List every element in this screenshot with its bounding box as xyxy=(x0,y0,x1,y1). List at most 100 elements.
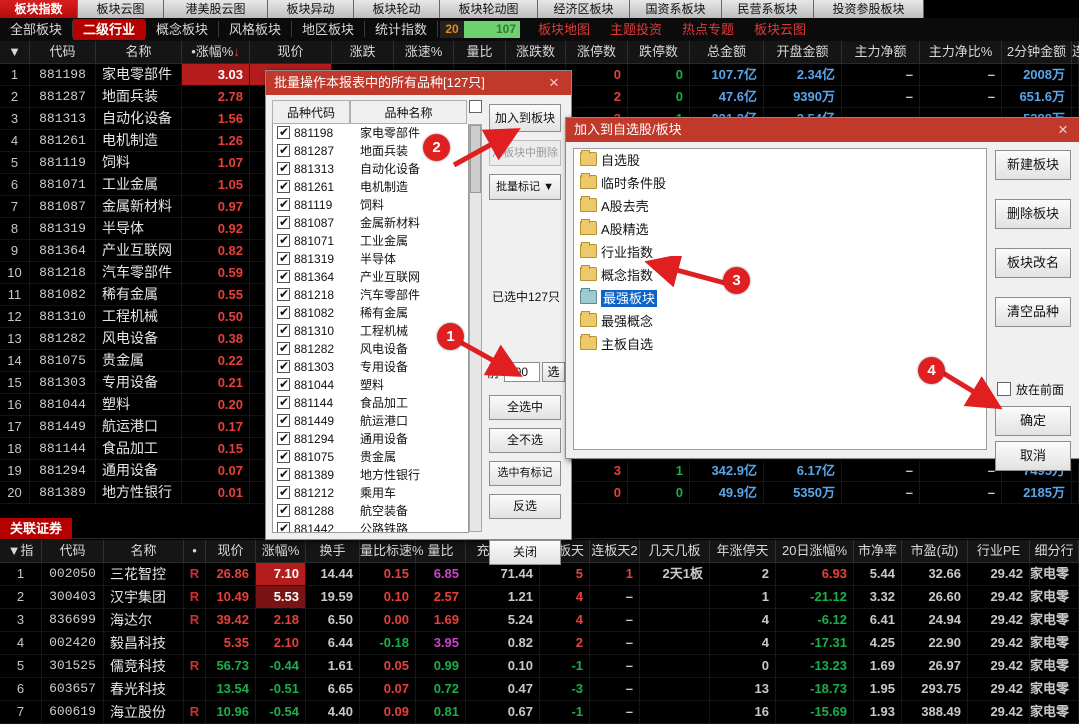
item-checkbox[interactable] xyxy=(277,339,290,357)
list-item[interactable]: 881119 饲料 xyxy=(273,195,468,214)
main-col-header-6[interactable]: 涨速% xyxy=(394,41,454,63)
select-marked-button[interactable]: 选中有标记 xyxy=(489,461,561,486)
sub-link-板块地图[interactable]: 板块地图 xyxy=(528,19,600,40)
table-row[interactable]: 2 300403 汉宇集团 R 10.49 5.53 19.59 0.10 2.57 1.21 4–… xyxy=(0,586,1079,609)
top-tab-6[interactable]: 板块轮动图 xyxy=(440,0,538,18)
sub-link-板块云图[interactable]: 板块云图 xyxy=(744,19,816,40)
bottom-col-header-16[interactable]: 市盈(动) xyxy=(902,540,968,562)
put-in-front-checkbox[interactable]: 放在前面 xyxy=(997,380,1064,398)
top-tab-2[interactable]: 板块云图 xyxy=(78,0,164,18)
bottom-col-header-4[interactable]: 现价 xyxy=(206,540,256,562)
bottom-col-header-0[interactable]: ▼指 xyxy=(0,540,42,562)
list-item[interactable]: 881212 乘用车 xyxy=(273,483,468,502)
sub-tab-二级行业[interactable]: 二级行业 xyxy=(73,19,145,40)
pre-count-input[interactable]: 100 xyxy=(504,362,540,382)
item-checkbox[interactable] xyxy=(277,375,290,393)
item-checkbox[interactable] xyxy=(277,483,290,501)
bottom-col-header-13[interactable]: 年涨停天 xyxy=(710,540,776,562)
block-tree-item-6[interactable]: 概念指数 xyxy=(574,264,986,287)
pre-select-button[interactable]: 选 xyxy=(542,362,565,382)
block-tree-item-1[interactable]: 自选股 xyxy=(574,149,986,172)
item-checkbox[interactable] xyxy=(277,465,290,483)
close-button[interactable]: 关闭 xyxy=(489,540,561,565)
cancel-button[interactable]: 取消 xyxy=(995,441,1071,471)
block-tree-item-8[interactable]: 最强概念 xyxy=(574,310,986,333)
item-checkbox[interactable] xyxy=(277,411,290,429)
top-tab-4[interactable]: 板块异动 xyxy=(268,0,354,18)
sub-tab-概念板块[interactable]: 概念板块 xyxy=(146,19,218,40)
related-securities-tab[interactable]: 关联证券 xyxy=(0,518,72,539)
table-row[interactable]: 6 603657 春光科技 13.54 -0.51 6.65 0.07 0.72 0.47 -3–… xyxy=(0,678,1079,701)
close-icon[interactable]: × xyxy=(1052,118,1074,142)
list-item[interactable]: 881364 产业互联网 xyxy=(273,267,468,286)
bottom-col-header-12[interactable]: 几天几板 xyxy=(640,540,710,562)
list-item[interactable]: 881075 贵金属 xyxy=(273,447,468,466)
bottom-col-header-14[interactable]: 20日涨幅% xyxy=(776,540,854,562)
list-item[interactable]: 881261 电机制造 xyxy=(273,177,468,196)
item-checkbox[interactable] xyxy=(277,124,290,141)
bottom-col-header-18[interactable]: 细分行 xyxy=(1030,540,1079,562)
bottom-col-header-6[interactable]: 换手 xyxy=(306,540,360,562)
select-none-button[interactable]: 全不选 xyxy=(489,428,561,453)
top-tab-9[interactable]: 民营系板块 xyxy=(722,0,814,18)
table-row[interactable]: 4 002420 毅昌科技 5.35 2.10 6.44 -0.18 3.95 0.82 2–4-… xyxy=(0,632,1079,655)
item-checkbox[interactable] xyxy=(277,393,290,411)
list-item[interactable]: 881071 工业金属 xyxy=(273,231,468,250)
close-icon[interactable]: × xyxy=(543,71,565,95)
table-row[interactable]: 1 002050 三花智控 R 26.86 7.10 14.44 0.15 6.85 71.44 5… xyxy=(0,563,1079,586)
item-checkbox[interactable] xyxy=(277,501,290,519)
table-row[interactable]: 7 600619 海立股份 R 10.96 -0.54 4.40 0.09 0.81 0.67 -1… xyxy=(0,701,1079,724)
top-tab-3[interactable]: 港美股云图 xyxy=(164,0,268,18)
select-all-checkbox[interactable] xyxy=(469,100,482,113)
sub-link-主题投资[interactable]: 主题投资 xyxy=(600,19,672,40)
checkbox-box[interactable] xyxy=(997,382,1011,396)
bottom-col-header-15[interactable]: 市净率 xyxy=(854,540,902,562)
item-checkbox[interactable] xyxy=(277,195,290,213)
list-item[interactable]: 881087 金属新材料 xyxy=(273,213,468,232)
block-tree-item-2[interactable]: 临时条件股 xyxy=(574,172,986,195)
list-item[interactable]: 881319 半导体 xyxy=(273,249,468,268)
main-col-header-7[interactable]: 量比 xyxy=(454,41,506,63)
main-col-header-2[interactable]: 名称 xyxy=(96,41,182,63)
main-col-header-0[interactable]: ▼ xyxy=(0,41,30,63)
sub-tab-统计指数[interactable]: 统计指数 xyxy=(365,19,437,40)
delete-block-button[interactable]: 删除板块 xyxy=(995,199,1071,229)
table-row[interactable]: 5 301525 儒竞科技 R 56.73 -0.44 1.61 0.05 0.99 0.10 -1… xyxy=(0,655,1079,678)
item-checkbox[interactable] xyxy=(277,285,290,303)
top-tab-5[interactable]: 板块轮动 xyxy=(354,0,440,18)
list-item[interactable]: 881442 公路铁路 xyxy=(273,519,468,532)
scrollbar-thumb[interactable] xyxy=(470,125,481,193)
bottom-col-header-8[interactable]: 量比 xyxy=(416,540,466,562)
block-tree-item-4[interactable]: A股精选 xyxy=(574,218,986,241)
item-checkbox[interactable] xyxy=(277,519,290,532)
item-checkbox[interactable] xyxy=(277,357,290,375)
block-tree-item-3[interactable]: A股去壳 xyxy=(574,195,986,218)
top-tab-1[interactable]: 板块指数 xyxy=(0,0,78,18)
main-col-header-10[interactable]: 跌停数 xyxy=(628,41,690,63)
item-checkbox[interactable] xyxy=(277,321,290,339)
item-checkbox[interactable] xyxy=(277,303,290,321)
top-tab-8[interactable]: 国资系板块 xyxy=(630,0,722,18)
top-tab-7[interactable]: 经济区板块 xyxy=(538,0,630,18)
list-item[interactable]: 881389 地方性银行 xyxy=(273,465,468,484)
item-checkbox[interactable] xyxy=(277,177,290,195)
item-checkbox[interactable] xyxy=(277,249,290,267)
bottom-col-header-2[interactable]: 名称 xyxy=(104,540,184,562)
item-checkbox[interactable] xyxy=(277,213,290,231)
main-col-header-14[interactable]: 主力净比% xyxy=(920,41,1002,63)
item-checkbox[interactable] xyxy=(277,141,290,159)
item-checkbox[interactable] xyxy=(277,429,290,447)
main-col-header-16[interactable]: 连 xyxy=(1072,41,1079,63)
list-item[interactable]: 881218 汽车零部件 xyxy=(273,285,468,304)
top-tab-10[interactable]: 投资参股板块 xyxy=(814,0,924,18)
main-col-header-4[interactable]: 现价 xyxy=(250,41,332,63)
list-item[interactable]: 881288 航空装备 xyxy=(273,501,468,520)
bottom-col-header-5[interactable]: 涨幅% xyxy=(256,540,306,562)
main-col-header-8[interactable]: 涨跌数 xyxy=(506,41,566,63)
main-col-header-9[interactable]: 涨停数 xyxy=(566,41,628,63)
column-header-name[interactable]: 品种名称 xyxy=(350,100,467,124)
ok-button[interactable]: 确定 xyxy=(995,406,1071,436)
main-col-header-15[interactable]: 2分钟金额 xyxy=(1002,41,1072,63)
add-to-block-button[interactable]: 加入到板块 xyxy=(489,104,561,132)
list-item[interactable]: 881303 专用设备 xyxy=(273,357,468,376)
